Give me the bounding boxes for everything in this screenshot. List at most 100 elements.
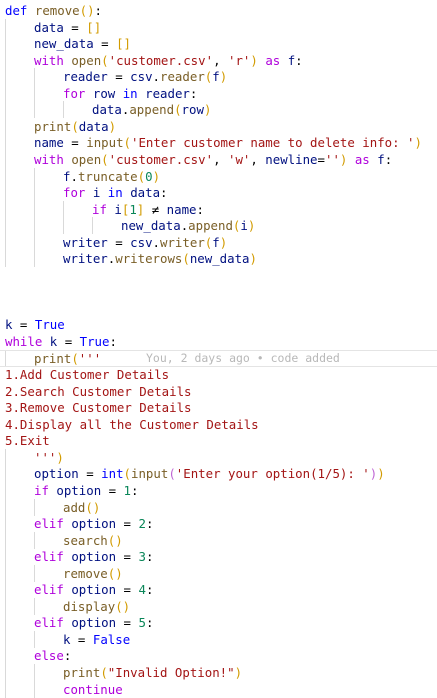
code-token: data [34,19,64,35]
code-token: writer [63,251,108,267]
code-token: 1.Add Customer Details [5,367,170,383]
indent-guide [5,68,6,86]
code-line[interactable]: k = False [0,630,437,648]
code-token: option [71,615,117,631]
code-line[interactable]: add() [0,498,437,516]
code-token: = [116,582,139,598]
code-line[interactable]: 1.Add Customer Details [0,366,437,383]
code-line[interactable] [0,283,437,300]
code-token: ) [414,135,422,151]
indent-guide [5,630,6,648]
code-text: if option = 1: [34,482,138,499]
code-line[interactable]: if i[1] ≠ name: [0,200,437,218]
code-line[interactable]: def remove(): [0,2,437,19]
code-token: def [5,3,28,18]
code-token: = [78,466,102,482]
code-token: : [189,85,198,101]
code-line[interactable]: 5.Exit [0,432,437,449]
code-line[interactable]: 3.Remove Customer Details [0,399,437,416]
code-line[interactable]: elif option = 2: [0,515,437,533]
code-line[interactable]: print("Invalid Option!") [0,664,437,681]
code-text: elif option = 3: [34,548,153,565]
code-line[interactable]: for row in reader: [0,84,437,102]
code-token: 2.Search Customer Details [5,383,192,399]
code-text: writer = csv.writer(f) [63,234,227,251]
code-token: search [63,532,108,548]
code-line[interactable]: option = int(input('Enter your option(1/… [0,465,437,483]
code-line[interactable]: print(data) [0,117,437,135]
indent-guide [5,18,6,36]
code-line[interactable]: writer.writerows(new_data) [0,250,437,268]
code-token: '' [324,151,340,167]
code-line[interactable]: for i in data: [0,184,437,202]
indent-guide [34,167,35,185]
code-line[interactable]: f.truncate(0) [0,167,437,185]
code-line[interactable]: elif option = 3: [0,548,437,566]
code-token: 2 [138,516,146,532]
code-token: name [166,201,197,217]
code-token: = [116,549,139,565]
code-line[interactable]: elif option = 4: [0,581,437,599]
code-token: = [93,36,117,52]
code-line[interactable]: new_data.append(i) [0,217,437,235]
indent-guide [34,101,35,119]
code-line[interactable]: data = [] [0,18,437,36]
code-line[interactable]: name = input('Enter customer name to del… [0,134,437,152]
code-text: print(data) [34,118,116,135]
code-line[interactable]: data.append(row) [0,101,437,119]
code-token: option [71,516,117,532]
code-line[interactable]: continue [0,680,437,698]
code-text: elif option = 5: [34,614,153,631]
code-token: f [212,234,220,250]
code-token: : [145,615,154,631]
code-line[interactable]: ''') [0,448,437,466]
code-line[interactable]: with open('customer.csv', 'w', newline='… [0,150,437,168]
code-line[interactable]: with open('customer.csv', 'r') as f: [0,51,437,69]
code-line[interactable]: while k = True: [0,333,437,350]
indent-guide [34,680,35,698]
code-line-current[interactable]: print(''' You, 2 days ago • code added [0,349,437,367]
code-line[interactable]: remove() [0,564,437,582]
code-text: if i[1] ≠ name: [92,201,204,218]
code-token: = [63,19,87,35]
code-line[interactable]: writer = csv.writer(f) [0,233,437,251]
code-line[interactable]: reader = csv.reader(f) [0,68,437,86]
code-token: ''' [34,449,57,465]
indent-guide [5,448,6,466]
code-token: append [188,218,233,234]
indent-guide [5,250,6,268]
code-line[interactable] [0,267,437,284]
code-editor[interactable]: def remove(): data = [] new_data = [] with … [0,0,437,698]
code-token: ( [168,466,176,482]
code-token: ( [137,168,146,184]
code-line[interactable]: if option = 1: [0,481,437,499]
code-token: 1 [129,201,137,217]
code-token: 'Enter customer name to delete info: ' [131,135,415,151]
code-token: display [63,598,116,614]
code-line[interactable]: 4.Display all the Customer Details [0,416,437,433]
indent-guide [34,217,35,235]
code-line[interactable]: k = True [0,316,437,333]
code-token: open [71,151,102,167]
code-text: continue [63,681,123,698]
code-text: ''') [34,449,64,466]
code-token: elif [34,582,64,598]
code-token: : [145,516,154,532]
code-line[interactable]: elif option = 5: [0,614,437,632]
code-token: row [181,102,204,118]
code-line[interactable]: display() [0,597,437,615]
code-text: writer.writerows(new_data) [63,250,257,267]
code-text: print(''' [34,351,101,366]
code-line[interactable]: new_data = [] [0,35,437,53]
code-token: f [212,69,220,85]
code-text: search() [63,532,123,549]
code-token: : [295,52,303,68]
code-line[interactable] [0,300,437,317]
code-line[interactable]: else: [0,647,437,665]
code-token: ) [377,466,385,482]
indent-guide [5,581,6,599]
code-line[interactable]: 2.Search Customer Details [0,383,437,400]
code-token: ) [219,69,228,85]
code-line[interactable]: search() [0,531,437,549]
